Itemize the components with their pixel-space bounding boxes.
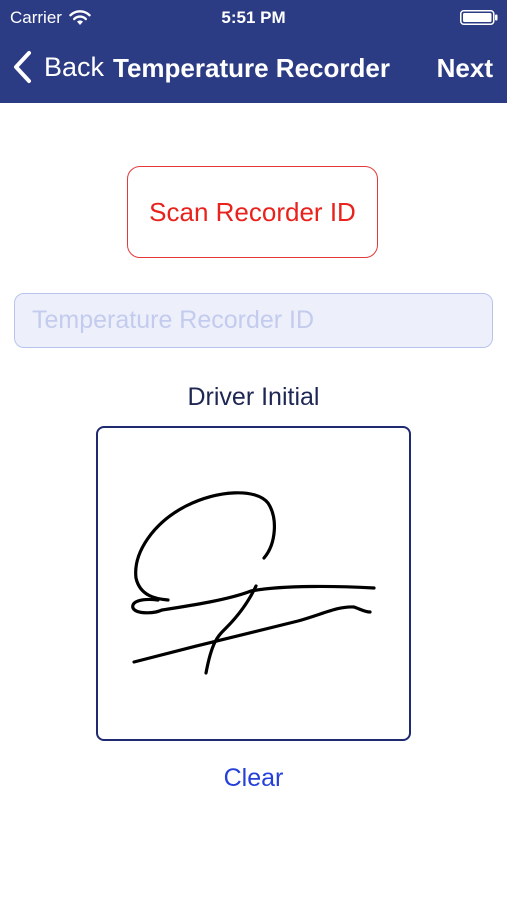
back-button[interactable]: Back — [12, 50, 104, 84]
signature-pad[interactable] — [96, 426, 411, 741]
status-bar: Carrier 5:51 PM — [0, 0, 507, 34]
top-bar: Carrier 5:51 PM Back Temperature Recorde… — [0, 0, 507, 103]
driver-initial-label: Driver Initial — [187, 383, 320, 411]
signature-drawing — [131, 491, 376, 675]
screen: Carrier 5:51 PM Back Temperature Recorde… — [0, 0, 507, 900]
scan-recorder-id-button[interactable]: Scan Recorder ID — [127, 166, 378, 258]
temperature-recorder-id-input[interactable] — [14, 293, 493, 348]
clock: 5:51 PM — [221, 8, 286, 27]
chevron-left-icon — [14, 51, 31, 83]
back-label: Back — [44, 51, 105, 82]
clear-signature-button[interactable]: Clear — [0, 764, 507, 793]
battery-full-icon — [460, 10, 498, 25]
page-title: Temperature Recorder — [113, 53, 390, 83]
next-button[interactable]: Next — [437, 53, 493, 84]
navigation-bar: Back Temperature Recorder Next — [0, 34, 507, 103]
